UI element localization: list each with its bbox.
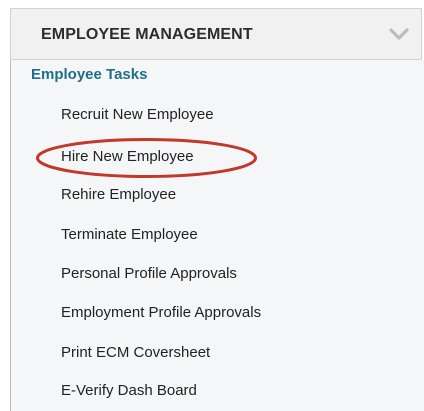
menu-item-recruit-new-employee[interactable]: Recruit New Employee [61, 106, 214, 123]
menu-item-personal-profile-approvals[interactable]: Personal Profile Approvals [61, 265, 237, 282]
section-title: Employee Tasks [31, 66, 148, 83]
task-list: Employee Tasks Recruit New Employee Hire… [10, 60, 424, 411]
employee-management-panel: EMPLOYEE MANAGEMENT Employee Tasks Recru… [0, 0, 424, 411]
menu-item-employment-profile-approvals[interactable]: Employment Profile Approvals [61, 304, 261, 321]
highlight-ellipse [36, 138, 257, 178]
menu-item-terminate-employee[interactable]: Terminate Employee [61, 226, 198, 243]
menu-item-print-ecm-coversheet[interactable]: Print ECM Coversheet [61, 344, 210, 361]
panel-title: EMPLOYEE MANAGEMENT [41, 26, 253, 43]
menu-item-e-verify-dash-board[interactable]: E-Verify Dash Board [61, 382, 197, 399]
chevron-down-icon[interactable] [388, 26, 410, 42]
panel-header[interactable]: EMPLOYEE MANAGEMENT [10, 8, 422, 60]
menu-item-rehire-employee[interactable]: Rehire Employee [61, 186, 176, 203]
